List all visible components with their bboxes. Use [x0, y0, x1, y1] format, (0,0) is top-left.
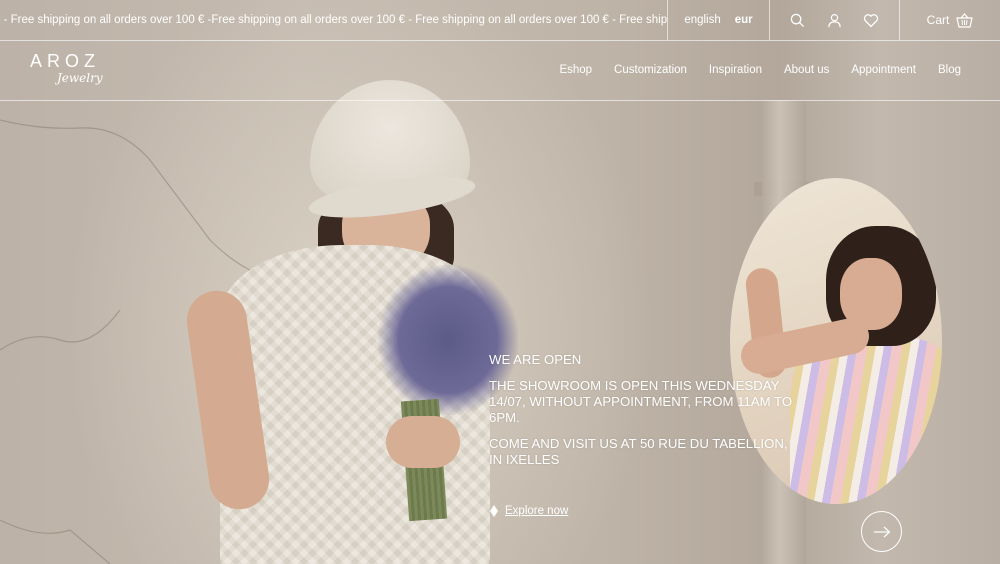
diamond-icon	[489, 505, 499, 517]
basket-icon	[955, 11, 973, 29]
main-navigation-bar: AROZ Jewelry Eshop Customization Inspira…	[0, 41, 1000, 101]
user-icon[interactable]	[826, 11, 844, 29]
arrow-right-icon	[873, 523, 891, 541]
hero-paragraph-address: COME AND VISIT US AT 50 RUE DU TABELLION…	[489, 436, 788, 467]
nav-item-eshop[interactable]: Eshop	[559, 64, 592, 76]
explore-now-label: Explore now	[505, 505, 569, 517]
hero-heading: WE ARE OPEN	[489, 352, 582, 367]
currency-selector[interactable]: eur	[735, 14, 753, 26]
heart-icon[interactable]	[862, 11, 880, 29]
header-icons	[770, 0, 900, 40]
model-hand	[386, 416, 460, 468]
cart-button[interactable]: Cart	[900, 0, 1000, 40]
hero-announcement: WE ARE OPEN THE SHOWROOM IS OPEN THIS WE…	[489, 352, 799, 478]
logo-tagline: Jewelry	[57, 71, 103, 85]
search-icon[interactable]	[789, 11, 807, 29]
nav-item-blog[interactable]: Blog	[938, 64, 961, 76]
explore-now-link[interactable]: Explore now	[489, 505, 568, 517]
nav-item-about-us[interactable]: About us	[784, 64, 829, 76]
striped-shirt	[790, 338, 942, 504]
nav-item-customization[interactable]: Customization	[614, 64, 687, 76]
language-selector[interactable]: english	[684, 14, 720, 26]
nav-item-appointment[interactable]: Appointment	[851, 64, 916, 76]
cart-label: Cart	[926, 13, 950, 27]
top-bar: € - Free shipping on all orders over 100…	[0, 0, 1000, 41]
logo-wordmark: AROZ	[30, 51, 101, 71]
locale-switcher[interactable]: english eur	[668, 0, 770, 40]
announcement-ticker: € - Free shipping on all orders over 100…	[0, 0, 668, 40]
hero-model-figure	[182, 80, 550, 564]
brand-logo[interactable]: AROZ Jewelry	[30, 51, 120, 95]
carousel-next-button[interactable]	[861, 511, 902, 552]
announcement-text: € - Free shipping on all orders over 100…	[0, 14, 668, 26]
hero-paragraph-hours: THE SHOWROOM IS OPEN THIS WEDNESDAY 14/0…	[489, 378, 793, 425]
nav-item-inspiration[interactable]: Inspiration	[709, 64, 762, 76]
nav-links: Eshop Customization Inspiration About us…	[559, 41, 961, 99]
